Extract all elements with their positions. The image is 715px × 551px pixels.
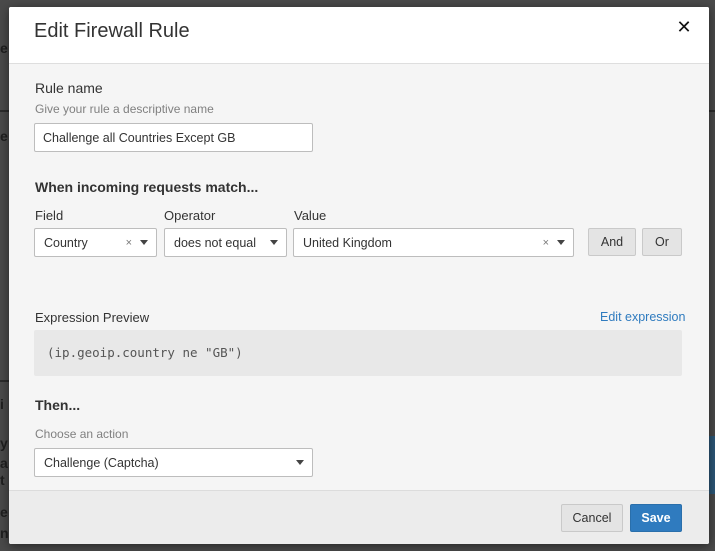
rule-name-input[interactable]: Challenge all Countries Except GB [34,123,313,152]
or-button[interactable]: Or [642,228,682,256]
expression-preview-box: (ip.geoip.country ne "GB") [34,330,682,376]
value-select[interactable]: United Kingdom × [293,228,574,257]
background-divider [0,380,9,382]
clear-icon[interactable]: × [543,237,549,249]
chevron-down-icon[interactable] [270,240,278,245]
action-hint: Choose an action [35,427,129,441]
background-highlight [709,436,715,494]
rule-name-hint: Give your rule a descriptive name [35,102,214,116]
background-text-fragment: e [0,40,8,56]
field-select-value: Country [44,235,88,250]
cancel-button[interactable]: Cancel [561,504,623,532]
and-button[interactable]: And [588,228,636,256]
close-icon[interactable]: ✕ [673,16,695,38]
expression-preview-label: Expression Preview [35,310,150,325]
match-section-title: When incoming requests match... [35,179,259,195]
background-divider [0,110,9,112]
action-select[interactable]: Challenge (Captcha) [34,448,313,477]
save-button[interactable]: Save [630,504,682,532]
background-text-fragment: y [0,435,8,451]
value-label: Value [294,208,327,223]
edit-firewall-rule-dialog: Edit Firewall Rule ✕ Rule name Give your… [9,7,709,544]
background-text-fragment: t [0,472,5,488]
chevron-down-icon[interactable] [140,240,148,245]
then-section-title: Then... [35,397,81,413]
edit-expression-link[interactable]: Edit expression [600,310,685,324]
background-divider [709,110,715,112]
chevron-down-icon[interactable] [296,460,304,465]
field-label: Field [35,208,64,223]
dialog-footer: Cancel Save [9,490,709,544]
rule-name-input-value: Challenge all Countries Except GB [43,130,236,145]
dialog-header: Edit Firewall Rule ✕ [9,7,709,64]
clear-icon[interactable]: × [126,237,132,249]
operator-select-value: does not equal [174,235,257,250]
expression-code: (ip.geoip.country ne "GB") [47,345,243,360]
dialog-title: Edit Firewall Rule [34,20,190,42]
background-text-fragment: n [0,525,9,541]
background-text-fragment: i [0,396,4,412]
value-select-value: United Kingdom [303,235,392,250]
field-select[interactable]: Country × [34,228,157,257]
chevron-down-icon[interactable] [557,240,565,245]
background-text-fragment: a [0,455,8,471]
background-text-fragment: e [0,504,8,520]
operator-select[interactable]: does not equal [164,228,287,257]
operator-label: Operator [164,208,216,223]
background-text-fragment: e [0,128,8,144]
rule-name-label: Rule name [35,80,103,96]
action-select-value: Challenge (Captcha) [44,455,159,470]
